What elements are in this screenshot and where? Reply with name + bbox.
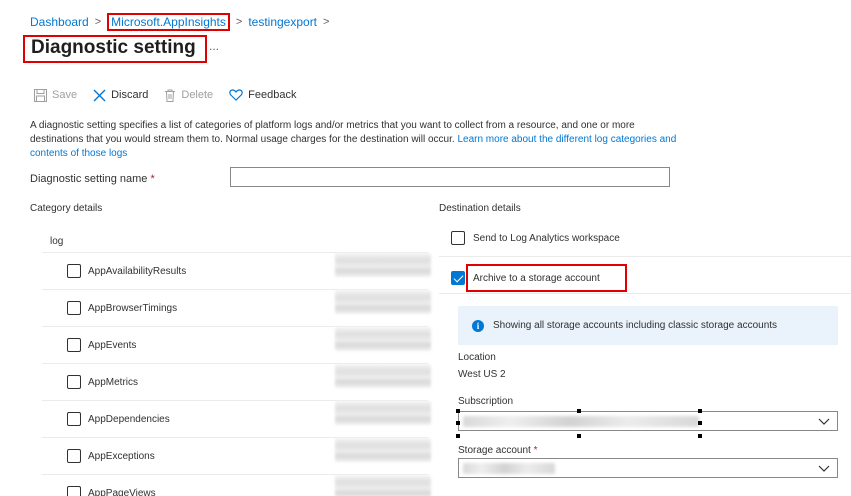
feedback-label: Feedback [248,89,297,101]
redacted-storage-value [463,463,555,474]
required-mark: * [150,173,155,185]
category-checkbox[interactable] [67,301,81,315]
heart-icon [229,89,243,101]
destination-details-header: Destination details [439,203,521,214]
breadcrumb-dashboard[interactable]: Dashboard [30,15,89,29]
info-banner: i Showing all storage accounts including… [458,306,838,345]
delete-label: Delete [181,89,214,101]
category-checkbox[interactable] [67,338,81,352]
selection-handle [577,409,581,413]
selection-handle [456,421,460,425]
category-label: AppPageViews [88,487,156,496]
storage-account-dropdown[interactable] [458,458,838,478]
breadcrumb-appinsights[interactable]: Microsoft.AppInsights [107,13,230,31]
redacted-retention-field [335,327,431,351]
description: A diagnostic setting specifies a list of… [30,119,680,161]
archive-label: Archive to a storage account [473,272,600,284]
selection-handle [698,434,702,438]
redacted-retention-field [335,253,431,277]
category-label: AppBrowserTimings [88,302,178,314]
log-analytics-label: Send to Log Analytics workspace [473,232,620,244]
breadcrumb-separator: > [323,16,330,28]
setting-name-label-text: Diagnostic setting name [30,173,148,185]
log-group-label: log [50,236,64,247]
category-label: AppEvents [88,339,137,351]
storage-account-label-text: Storage account [458,445,531,456]
save-label: Save [52,89,78,101]
divider [439,256,851,257]
category-label: AppMetrics [88,376,139,388]
chevron-down-icon [818,418,830,425]
category-details-header: Category details [30,203,103,214]
required-mark: * [533,445,538,456]
breadcrumb-testingexport[interactable]: testingexport [248,15,317,29]
category-checkbox[interactable] [67,264,81,278]
location-value: West US 2 [458,369,506,380]
redacted-subscription-value [463,416,699,427]
category-label: AppDependencies [88,413,170,425]
discard-button[interactable]: Discard [93,89,148,102]
divider [439,293,851,294]
selection-handle [698,409,702,413]
storage-account-label: Storage account * [458,445,538,456]
save-button[interactable]: Save [34,88,78,102]
feedback-button[interactable]: Feedback [229,89,296,101]
redacted-retention-field [335,475,431,496]
redacted-retention-field [335,290,431,314]
info-text: Showing all storage accounts including c… [493,320,778,331]
archive-checkbox[interactable] [451,271,465,285]
setting-name-label: Diagnostic setting name * [30,173,155,185]
location-label: Location [458,352,496,363]
category-label: AppExceptions [88,450,155,462]
log-analytics-checkbox[interactable] [451,231,465,245]
category-checkbox[interactable] [67,449,81,463]
breadcrumb-separator: > [94,16,102,28]
category-label: AppAvailabilityResults [88,265,187,277]
category-checkbox[interactable] [67,486,81,496]
selection-handle [456,434,460,438]
redacted-retention-field [335,438,431,462]
save-icon [34,88,47,102]
breadcrumb-separator: > [235,16,243,28]
command-bar: Save Discard Delete Feedback [34,86,312,104]
category-checkbox[interactable] [67,375,81,389]
delete-button[interactable]: Delete [164,89,213,102]
selection-handle [577,434,581,438]
archive-option[interactable]: Archive to a storage account [451,271,600,285]
discard-label: Discard [111,89,149,101]
close-icon [93,89,106,101]
log-analytics-option[interactable]: Send to Log Analytics workspace [451,231,620,245]
more-options-button[interactable]: ... [209,39,219,53]
subscription-label: Subscription [458,396,514,407]
subscription-dropdown[interactable] [458,411,838,431]
breadcrumb: Dashboard > Microsoft.AppInsights > test… [30,13,335,31]
category-checkbox[interactable] [67,412,81,426]
trash-icon [165,89,176,102]
info-icon: i [472,319,484,332]
selection-handle [698,421,702,425]
redacted-retention-field [335,401,431,425]
chevron-down-icon [818,465,830,472]
setting-name-input[interactable] [230,167,670,187]
page-title: Diagnostic setting [31,37,196,58]
redacted-retention-field [335,364,431,388]
selection-handle [456,409,460,413]
